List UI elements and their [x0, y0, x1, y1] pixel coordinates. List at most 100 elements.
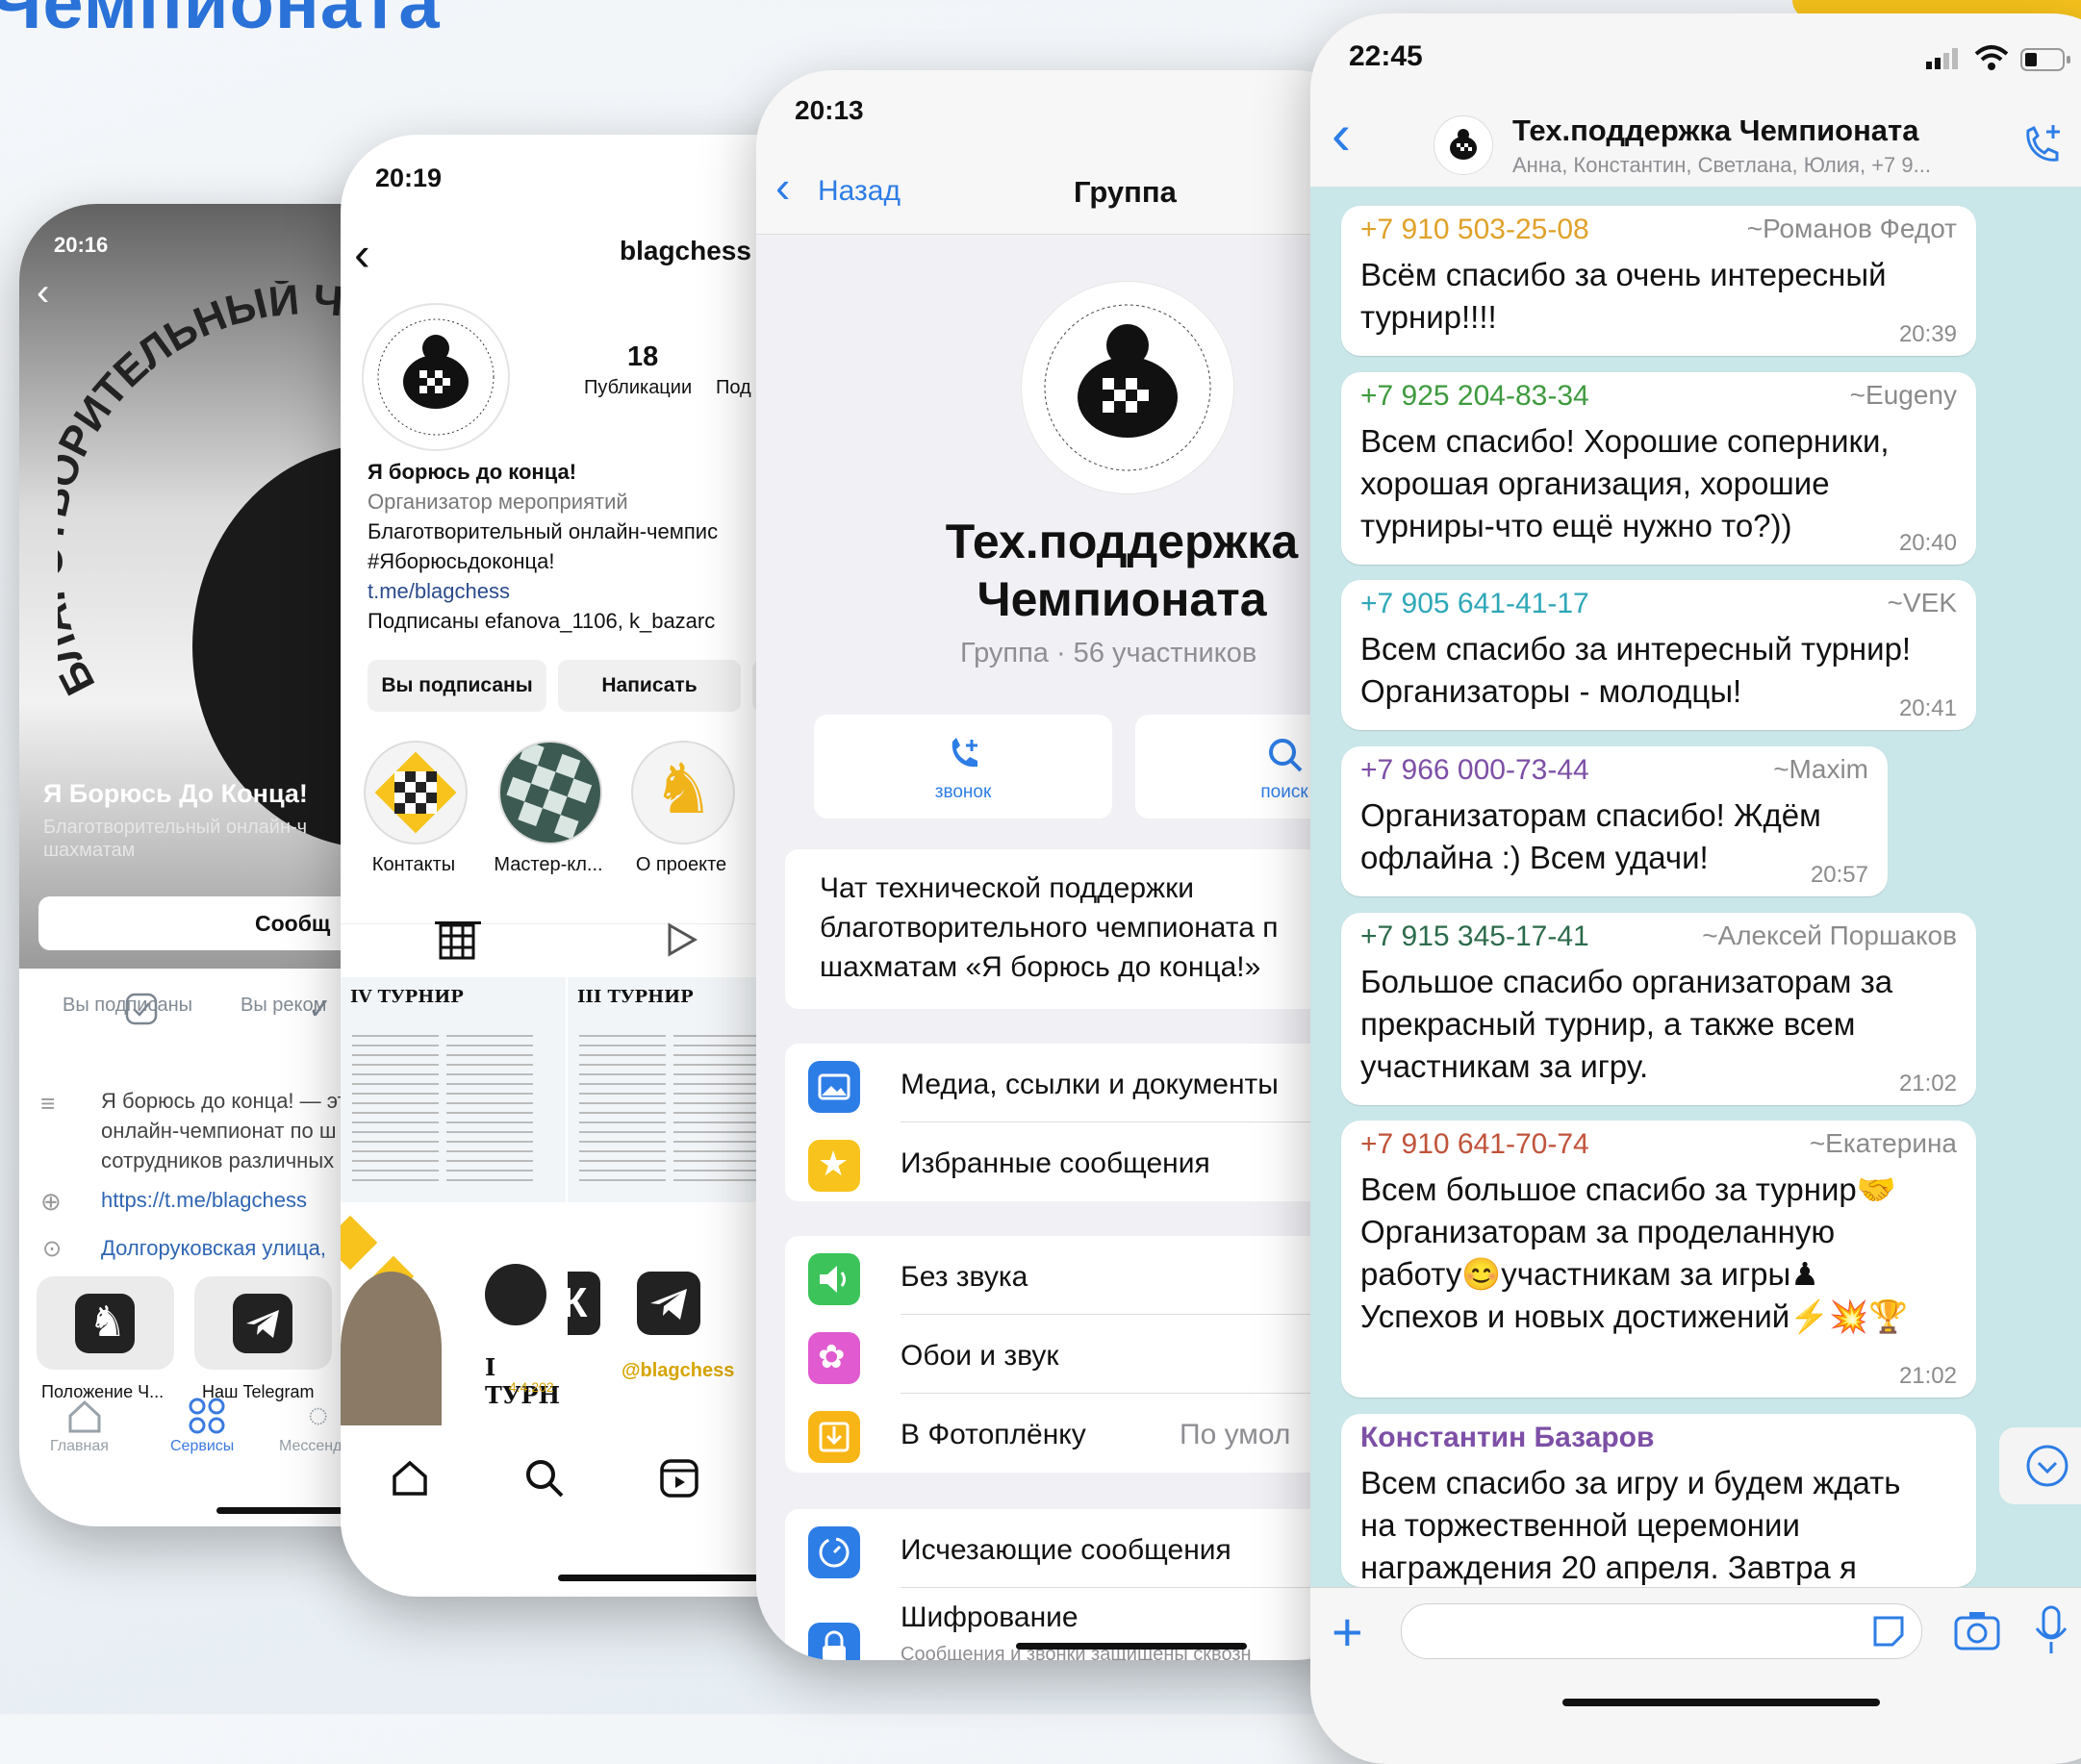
community-title: Я Борюсь До Конца!: [43, 779, 308, 808]
tile-regulations[interactable]: ♞: [37, 1276, 174, 1370]
row-media[interactable]: Медиа, ссылки и документы: [785, 1044, 1372, 1122]
chess-knight-icon: ♞: [75, 1294, 135, 1353]
download-icon: [808, 1411, 860, 1463]
tab-services[interactable]: Сервисы: [170, 1438, 234, 1455]
row-wallpaper[interactable]: ✿ Обои и звук: [785, 1315, 1372, 1394]
message-sender-name: ~Алексей Поршаков: [1702, 920, 1957, 950]
profile-avatar[interactable]: [362, 303, 510, 451]
message-text: Всём спасибо за очень интересный турнир!…: [1360, 257, 1887, 335]
message-sender-name: ~Eugeny: [1849, 380, 1957, 410]
row-favorites[interactable]: ★ Избранные сообщения: [785, 1122, 1372, 1201]
message-time: 21:02: [1898, 1363, 1957, 1389]
row-mute[interactable]: Без звука: [785, 1236, 1372, 1315]
yellow-diamond: [341, 1215, 378, 1271]
message-bubble[interactable]: +7 966 000-73-44 ~Maxim Организаторам сп…: [1341, 746, 1888, 896]
followers-label: Под: [716, 377, 751, 398]
message-bubble[interactable]: +7 915 345-17-41 ~Алексей Поршаков Больш…: [1341, 913, 1976, 1105]
k-letter-icon: К: [568, 1272, 600, 1335]
highlight-contacts[interactable]: [364, 741, 468, 844]
message-bubble[interactable]: Константин Базаров Всем спасибо за игру …: [1341, 1414, 1976, 1587]
highlight-about[interactable]: ♞: [631, 741, 735, 844]
back-chevron-icon[interactable]: ‹: [37, 271, 49, 315]
bio-name: Я борюсь до конца!: [368, 460, 577, 484]
chess-knight-icon: ♞: [652, 751, 715, 828]
message-button-label: Сообщ: [255, 911, 331, 936]
message-time: 20:41: [1898, 695, 1957, 721]
home-icon: [65, 1397, 104, 1440]
plus-icon[interactable]: +: [1332, 1605, 1363, 1659]
post-title: IV ТУРНИР: [350, 987, 464, 1007]
message-text: Организаторам спасибо! Ждём офлайна :) В…: [1360, 797, 1821, 875]
chat-avatar[interactable]: [1434, 115, 1493, 175]
message-sender-name: ~Романов Федот: [1746, 214, 1957, 243]
bio-category: Организатор мероприятий: [368, 490, 628, 514]
add-call-icon[interactable]: [2018, 121, 2067, 174]
tab-messenger[interactable]: Мессенд: [279, 1438, 342, 1455]
page-heading: Чемпионата: [0, 0, 441, 44]
group-avatar[interactable]: [1022, 282, 1233, 493]
message-bubble[interactable]: +7 910 641-70-74 ~Екатерина Всем большое…: [1341, 1121, 1976, 1398]
emblem-logo: [485, 1264, 546, 1325]
message-bubble[interactable]: +7 905 641-41-17 ~VEK Всем спасибо за ин…: [1341, 580, 1976, 730]
camera-icon[interactable]: [1953, 1609, 2001, 1656]
wifi-icon: [1974, 44, 2009, 76]
home-icon[interactable]: [389, 1457, 431, 1504]
post-list-lines: [673, 1035, 760, 1189]
status-time: 20:19: [375, 164, 443, 192]
back-chevron-icon[interactable]: ‹: [1332, 106, 1351, 164]
grid-icon[interactable]: [437, 921, 477, 967]
sticker-icon[interactable]: [1869, 1612, 1908, 1651]
scroll-down-button[interactable]: [1999, 1427, 2081, 1504]
reels-play-icon[interactable]: [660, 920, 700, 965]
row-disappearing[interactable]: Исчезающие сообщения: [785, 1509, 1372, 1588]
highlight-masterclass[interactable]: [498, 741, 602, 844]
tile-telegram[interactable]: [194, 1276, 332, 1370]
following-button[interactable]: Вы подписаны: [368, 660, 546, 712]
phone-telegram-group: 20:13 ‹ Назад Группа Тех.поддержка Чемпи…: [756, 70, 1372, 1660]
post-date: 4.4.202: [509, 1379, 554, 1395]
home-indicator: [1562, 1699, 1880, 1706]
svg-text:БЛАГОТВОРИТЕЛЬНЫЙ ЧЕ: БЛАГОТВОРИТЕЛЬНЫЙ ЧЕ: [58, 281, 377, 702]
call-action-button[interactable]: звонок: [814, 715, 1112, 819]
message-input[interactable]: [1401, 1603, 1922, 1659]
nav-title: Группа: [1074, 175, 1177, 209]
post-tile[interactable]: IV ТУРНИР: [341, 977, 566, 1202]
location-pin-icon: ⊙: [42, 1236, 63, 1262]
stat-recommend[interactable]: Вы реком: [241, 995, 326, 1017]
reels-icon[interactable]: [658, 1457, 700, 1504]
microphone-icon[interactable]: [2032, 1605, 2070, 1660]
message-bubble[interactable]: +7 910 503-25-08 ~Романов Федот Всём спа…: [1341, 206, 1976, 356]
stat-subscribed[interactable]: Вы подписаны: [63, 995, 192, 1017]
search-icon[interactable]: [523, 1457, 566, 1504]
back-chevron-icon[interactable]: ‹: [354, 226, 370, 282]
community-link[interactable]: https://t.me/blagchess: [101, 1185, 307, 1215]
post-tile[interactable]: I ТУРН 4.4.202: [341, 1204, 566, 1429]
message-button[interactable]: Написать: [558, 660, 741, 712]
message-text: Всем спасибо за игру и будем ждать на то…: [1360, 1465, 1901, 1585]
highlight-label: Мастер-кл...: [494, 854, 603, 875]
message-text: Большое спасибо организаторам за прекрас…: [1360, 964, 1893, 1084]
row-label: В Фотоплёнку: [901, 1419, 1086, 1450]
row-label: Обои и звук: [901, 1340, 1059, 1372]
home-indicator: [558, 1575, 770, 1581]
community-address[interactable]: Долгоруковская улица,: [101, 1233, 326, 1263]
description-icon: ≡: [40, 1089, 56, 1118]
back-button[interactable]: Назад: [818, 175, 901, 208]
chat-title[interactable]: Тех.поддержка Чемпионата: [1512, 113, 1918, 148]
phone-whatsapp-chat: 22:45 ‹ Тех.поддержка Чемпионата Анна, К…: [1310, 13, 2081, 1764]
community-subtitle: Благотворительный онлайн-ч шахматам: [43, 817, 308, 861]
bio-link[interactable]: t.me/blagchess: [368, 576, 718, 606]
message-sender: +7 910 503-25-08: [1360, 214, 1589, 245]
message-time: 20:57: [1810, 862, 1868, 888]
back-chevron-icon[interactable]: ‹: [775, 161, 790, 213]
flower-icon: ✿: [808, 1332, 860, 1384]
status-time: 20:13: [795, 95, 864, 125]
highlight-label: Контакты: [371, 854, 456, 875]
tab-home[interactable]: Главная: [50, 1438, 109, 1455]
message-bubble[interactable]: +7 925 204-83-34 ~Eugeny Всем спасибо! Х…: [1341, 372, 1976, 565]
status-time: 22:45: [1349, 40, 1423, 72]
row-save-photos[interactable]: В Фотоплёнку По умол: [785, 1394, 1372, 1473]
message-sender-name: ~VEK: [1887, 588, 1957, 617]
globe-icon: ⊕: [40, 1187, 62, 1216]
message-time: 20:40: [1898, 530, 1957, 556]
